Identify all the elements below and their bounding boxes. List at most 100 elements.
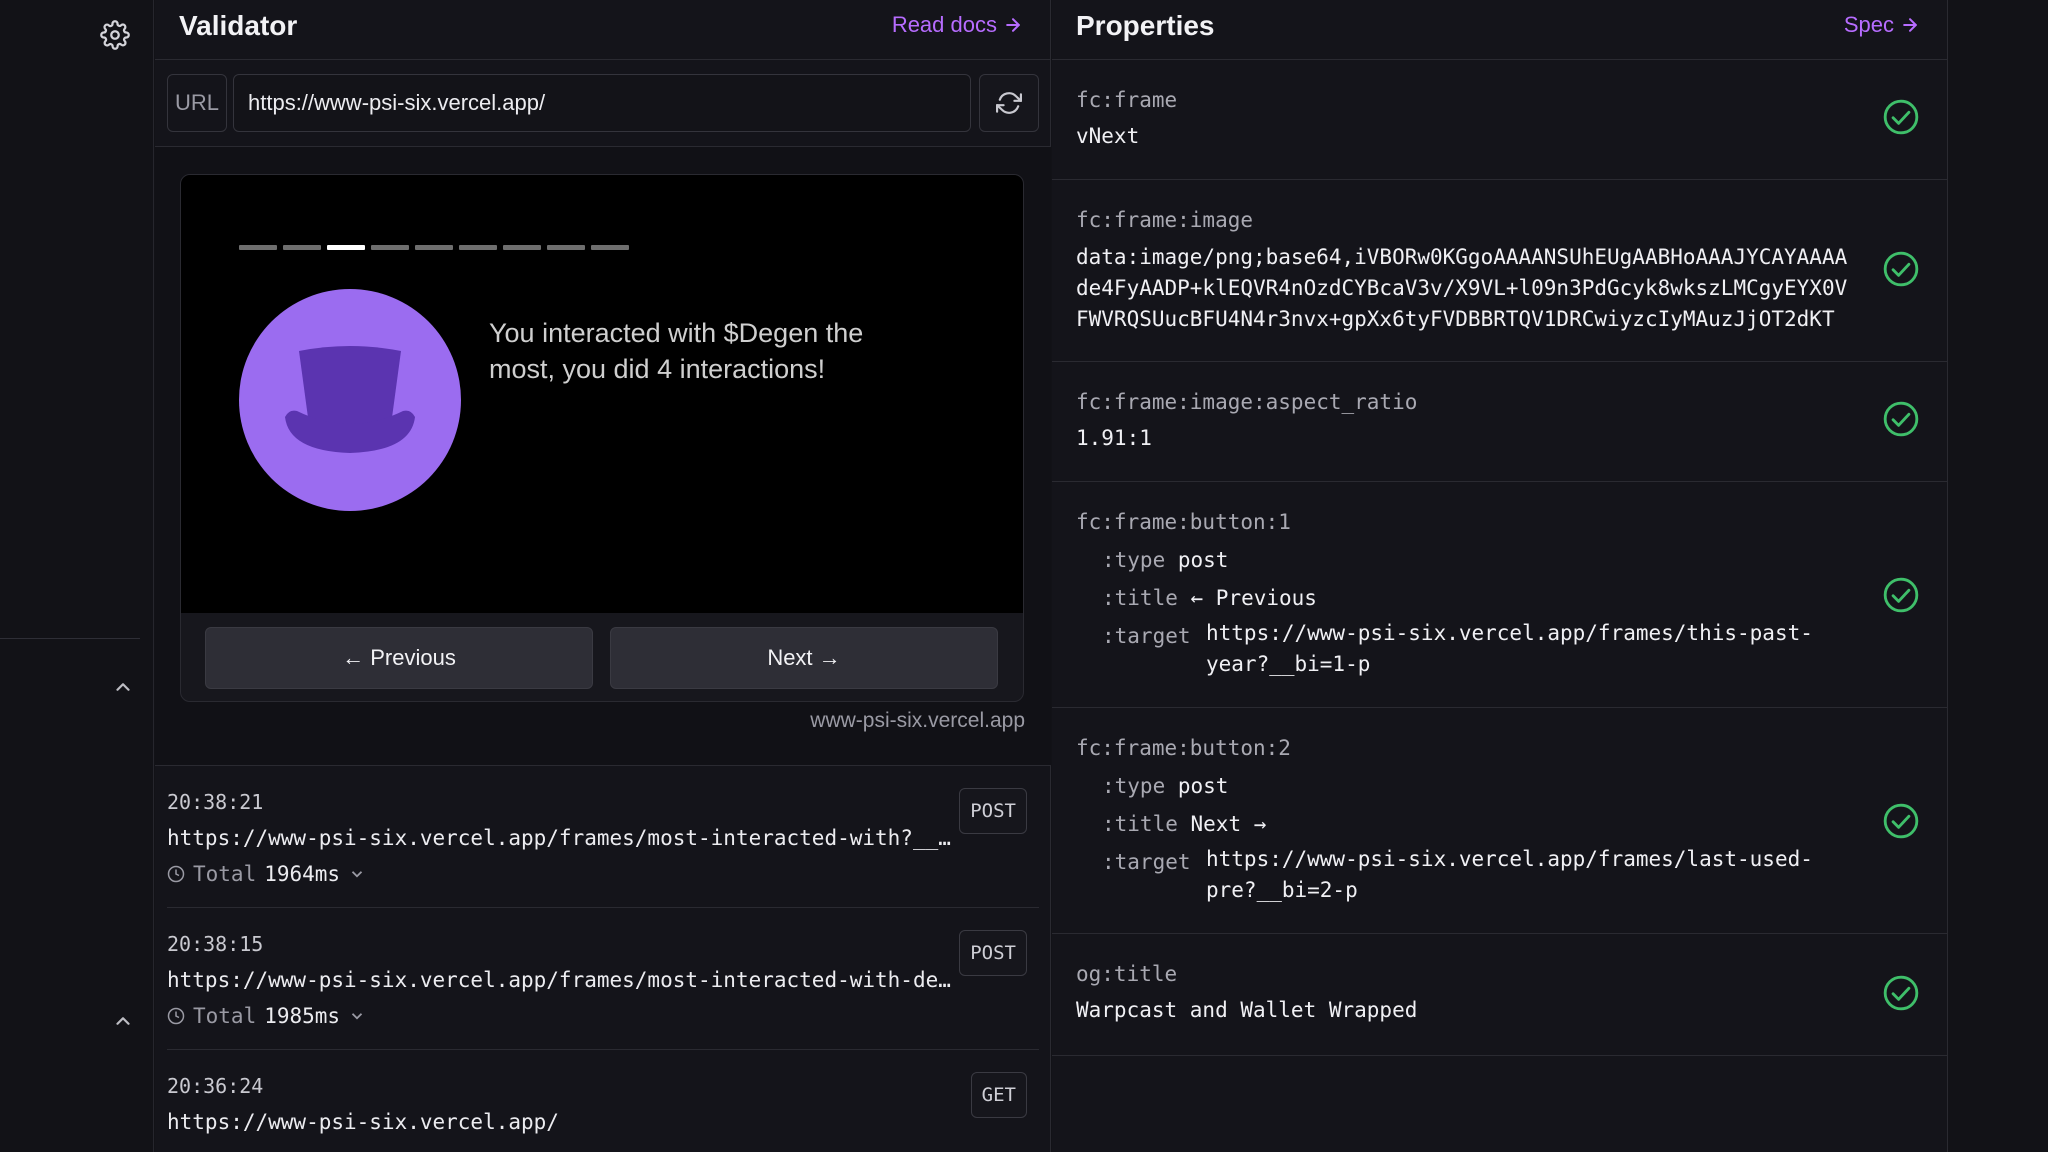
total-duration: 1964ms <box>264 862 341 886</box>
refresh-button[interactable] <box>979 74 1039 132</box>
properties-panel: Properties Spec fc:frame vNext fc:frame:… <box>1052 0 1948 1152</box>
check-circle-icon <box>1883 975 1919 1011</box>
type-key: :type <box>1102 774 1166 798</box>
validator-header: Validator Read docs <box>155 0 1051 60</box>
check-circle-icon <box>1883 577 1919 613</box>
property-title: :title Next → <box>1102 812 1266 836</box>
request-url: https://www-psi-six.vercel.app/frames/mo… <box>167 826 957 850</box>
chevron-up-icon[interactable] <box>112 1010 134 1032</box>
total-label: Total <box>193 1004 257 1028</box>
title-key: :title <box>1102 586 1178 610</box>
property-row: fc:frame vNext <box>1052 60 1948 180</box>
property-value: Warpcast and Wallet Wrapped <box>1076 998 1418 1022</box>
request-log-item[interactable]: 20:36:24 https://www-psi-six.vercel.app/… <box>167 1050 1039 1152</box>
property-row: fc:frame:button:2 :type post :title Next… <box>1052 708 1948 934</box>
progress-segment <box>591 245 629 250</box>
property-value: 1.91:1 <box>1076 426 1152 450</box>
type-value: post <box>1177 548 1229 572</box>
progress-segment <box>327 245 365 250</box>
request-log-item[interactable]: 20:38:15 https://www-psi-six.vercel.app/… <box>167 908 1039 1050</box>
progress-segment <box>415 245 453 250</box>
property-row: og:title Warpcast and Wallet Wrapped <box>1052 934 1948 1056</box>
property-type: :type post <box>1102 774 1228 798</box>
request-log-item[interactable]: 20:38:21 https://www-psi-six.vercel.app/… <box>167 766 1039 908</box>
progress-segment <box>459 245 497 250</box>
right-margin <box>1949 0 2048 1152</box>
frame-preview-area: You interacted with $Degen the most, you… <box>155 146 1051 766</box>
property-value: vNext <box>1076 124 1140 148</box>
property-value-base64: data:image/png;base64,iVBORw0KGgoAAAANSU… <box>1076 242 1876 335</box>
request-time: 20:38:15 <box>167 932 264 956</box>
read-docs-label: Read docs <box>891 12 997 37</box>
request-url: https://www-psi-six.vercel.app/ <box>167 1110 559 1134</box>
frame-message: You interacted with $Degen the most, you… <box>489 318 864 384</box>
property-key: fc:frame:button:1 <box>1076 510 1291 534</box>
check-circle-icon <box>1883 803 1919 839</box>
property-row: fc:frame:button:1 :type post :title ← Pr… <box>1052 482 1948 708</box>
total-duration: 1985ms <box>264 1004 341 1028</box>
property-row: fc:frame:image data:image/png;base64,iVB… <box>1052 180 1948 362</box>
properties-header: Properties Spec <box>1052 0 1948 60</box>
frame-next-button[interactable]: Next → <box>610 627 998 689</box>
target-value: https://www-psi-six.vercel.app/frames/la… <box>1206 844 1896 906</box>
type-key: :type <box>1102 548 1166 572</box>
target-line: https://www-psi-six.vercel.app/frames/th… <box>1206 621 1813 645</box>
validator-panel: Validator Read docs URL https://www-psi-… <box>155 0 1051 1152</box>
base64-line: de4FyAADP+klEQVR4nOzdCYBcaV3v/X9VL+l09n3… <box>1076 276 1848 300</box>
refresh-icon <box>996 92 1022 114</box>
target-line: year?__bi=1-p <box>1206 652 1371 676</box>
request-time: 20:38:21 <box>167 790 264 814</box>
progress-segment <box>503 245 541 250</box>
progress-segment <box>239 245 277 250</box>
spec-link[interactable]: Spec <box>1844 12 1920 38</box>
request-method-badge: GET <box>970 1072 1027 1118</box>
top-hat-icon <box>285 346 415 453</box>
chevron-down-icon <box>351 871 363 878</box>
frame-progress-indicator <box>239 245 629 250</box>
gear-icon[interactable] <box>100 20 130 50</box>
property-key: fc:frame:image <box>1076 208 1254 232</box>
left-rail <box>0 0 154 1152</box>
property-type: :type post <box>1102 548 1228 572</box>
total-label: Total <box>193 862 257 886</box>
chevron-down-icon <box>351 1013 363 1020</box>
request-url: https://www-psi-six.vercel.app/frames/mo… <box>167 968 957 992</box>
property-row: fc:frame:image:aspect_ratio 1.91:1 <box>1052 362 1948 482</box>
request-timing[interactable]: Total 1964ms <box>167 862 366 886</box>
url-label: URL <box>167 74 227 132</box>
target-key: :target <box>1102 624 1191 648</box>
property-title: :title ← Previous <box>1102 586 1317 610</box>
request-time: 20:36:24 <box>167 1074 264 1098</box>
rail-divider <box>0 638 140 639</box>
target-key: :target <box>1102 850 1191 874</box>
base64-line: data:image/png;base64,iVBORw0KGgoAAAANSU… <box>1076 245 1848 269</box>
property-key: fc:frame:image:aspect_ratio <box>1076 390 1418 414</box>
target-line: pre?__bi=2-p <box>1206 878 1358 902</box>
title-key: :title <box>1102 812 1178 836</box>
frame-host: www-psi-six.vercel.app <box>810 709 1025 732</box>
frame-card: You interacted with $Degen the most, you… <box>180 174 1024 702</box>
check-circle-icon <box>1883 251 1919 287</box>
frame-previous-button[interactable]: ← Previous <box>205 627 593 689</box>
clock-icon <box>167 865 185 883</box>
url-input[interactable] <box>233 74 971 132</box>
target-line: https://www-psi-six.vercel.app/frames/la… <box>1206 847 1813 871</box>
base64-line: FWVRQSUucBFU4N4r3nvx+gpXx6tyFVDBBRTQV1DR… <box>1076 307 1835 331</box>
type-value: post <box>1177 774 1229 798</box>
property-key: fc:frame <box>1076 88 1178 112</box>
spec-label: Spec <box>1843 12 1894 37</box>
frame-buttons: ← Previous Next → <box>205 627 1003 689</box>
progress-segment <box>371 245 409 250</box>
read-docs-link[interactable]: Read docs <box>892 12 1023 38</box>
request-timing[interactable]: Total 1985ms <box>167 1004 366 1028</box>
check-circle-icon <box>1883 99 1919 135</box>
progress-segment <box>283 245 321 250</box>
frame-image: You interacted with $Degen the most, you… <box>181 175 1023 613</box>
chevron-up-icon[interactable] <box>112 676 134 698</box>
arrow-right-icon <box>1903 18 1917 32</box>
progress-segment <box>547 245 585 250</box>
request-method-badge: POST <box>959 788 1027 834</box>
arrow-right-icon <box>1006 18 1020 32</box>
degen-avatar <box>239 289 461 511</box>
property-key: fc:frame:button:2 <box>1076 736 1291 760</box>
